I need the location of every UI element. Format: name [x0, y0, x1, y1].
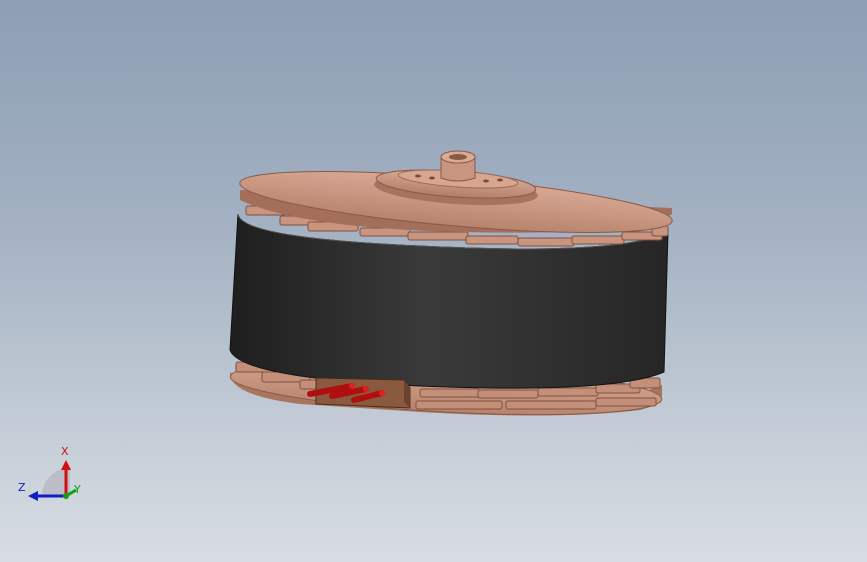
axis-triad — [28, 460, 77, 501]
motor-model[interactable] — [0, 0, 867, 562]
terminal-block — [307, 377, 411, 409]
x-axis-label: X — [61, 445, 69, 458]
graphics-viewport[interactable]: X Z Y — [0, 0, 867, 562]
y-axis-label: Y — [74, 483, 81, 496]
z-axis-label: Z — [18, 481, 26, 494]
